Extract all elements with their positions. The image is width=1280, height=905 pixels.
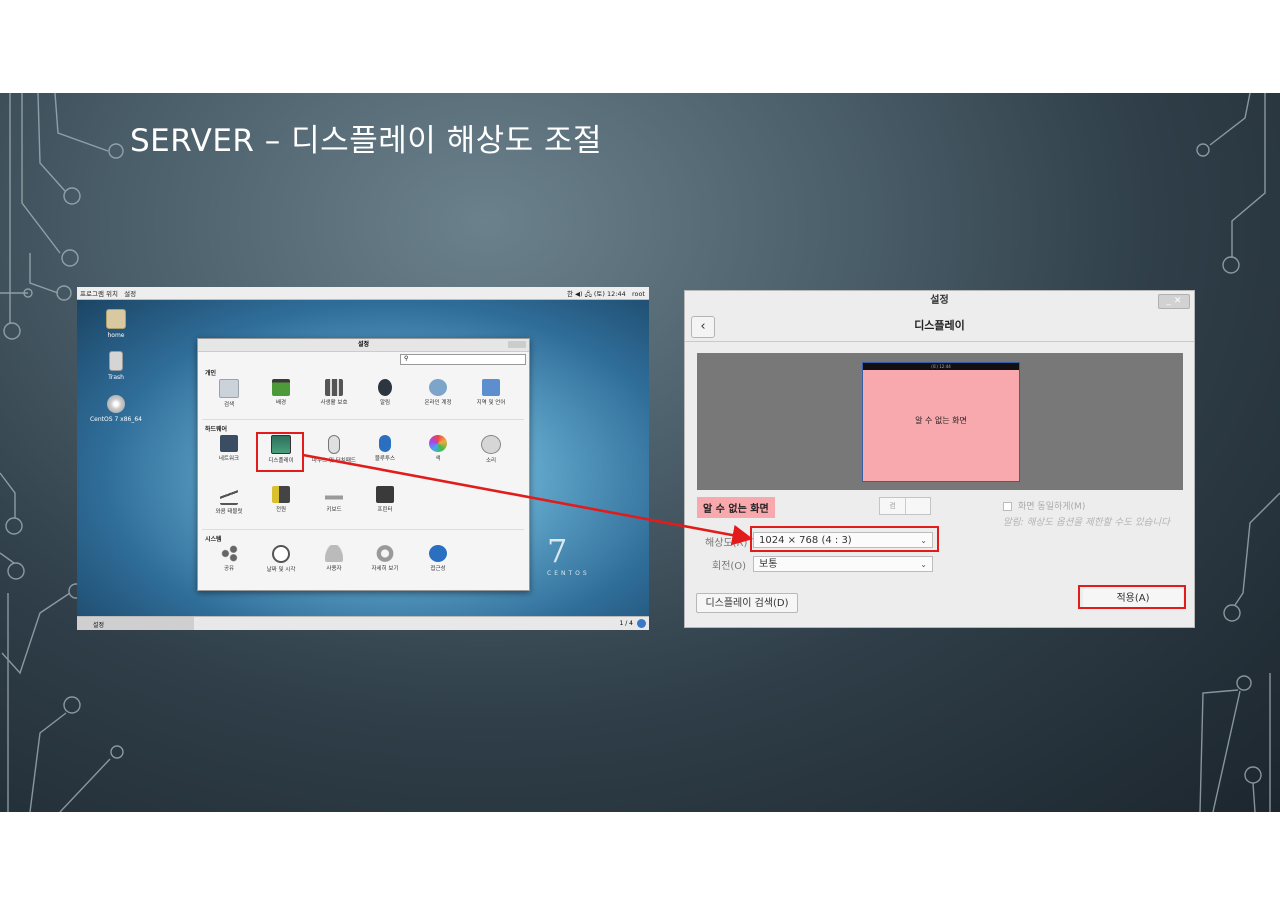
annotation-arrow bbox=[302, 453, 754, 546]
slide-background: SERVER – 디스플레이 해상도 조절 프로그램 위치 설정 한 ◀) 🖧 … bbox=[0, 93, 1280, 812]
